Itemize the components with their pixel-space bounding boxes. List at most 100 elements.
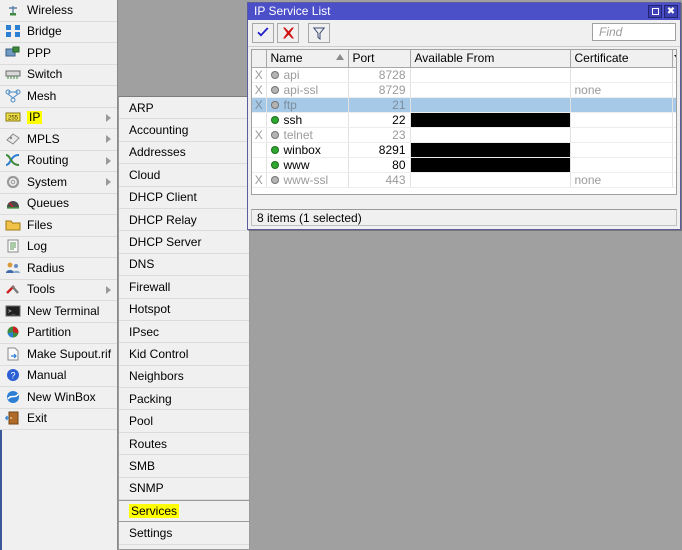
row-name-label: www-ssl xyxy=(283,172,329,187)
maximize-icon xyxy=(651,8,659,15)
sidebar-item-tools[interactable]: Tools xyxy=(0,279,117,301)
row-certificate-cell xyxy=(570,67,673,83)
check-icon xyxy=(257,27,269,37)
bridge-icon xyxy=(5,24,22,39)
status-bar: 8 items (1 selected) xyxy=(251,209,677,226)
row-disabled-flag: X xyxy=(252,127,267,143)
winbox-icon xyxy=(5,390,22,405)
submenu-item-packing[interactable]: Packing xyxy=(119,388,249,411)
submenu-item-neighbors[interactable]: Neighbors xyxy=(119,366,249,389)
maximize-button[interactable] xyxy=(648,5,662,18)
mesh-icon xyxy=(5,89,21,103)
window-titlebar[interactable]: IP Service List ✖ xyxy=(248,3,680,20)
sidebar-item-label: Exit xyxy=(27,411,48,426)
chevron-right-icon xyxy=(106,285,111,294)
sidebar-item-label: IP xyxy=(27,110,43,125)
sidebar-item-queues[interactable]: Queues xyxy=(0,193,117,215)
service-disabled-icon xyxy=(270,175,279,184)
routing-icon xyxy=(5,154,20,167)
sidebar-item-routing[interactable]: Routing xyxy=(0,150,117,172)
filter-button[interactable] xyxy=(308,23,330,43)
enable-button[interactable] xyxy=(252,23,274,43)
row-name-label: winbox xyxy=(283,142,321,157)
svg-text:>_: >_ xyxy=(8,308,16,315)
submenu-item-label: Services xyxy=(129,504,180,519)
column-header-flag[interactable] xyxy=(252,50,267,68)
submenu-item-dns[interactable]: DNS xyxy=(119,254,249,277)
sidebar-item-label: Queues xyxy=(27,196,70,211)
table-row[interactable]: ssh 22 xyxy=(252,112,676,128)
sidebar-item-new-terminal[interactable]: >_ New Terminal xyxy=(0,301,117,323)
column-header-available-from[interactable]: Available From xyxy=(410,50,571,68)
service-enabled-icon xyxy=(270,115,279,124)
redaction-bar xyxy=(410,142,569,156)
sidebar-item-make-supout-rif[interactable]: Make Supout.rif xyxy=(0,344,117,366)
submenu-item-accounting[interactable]: Accounting xyxy=(119,119,249,142)
folder-icon xyxy=(5,218,22,233)
sidebar-item-manual[interactable]: ? Manual xyxy=(0,365,117,387)
mesh-icon xyxy=(5,89,22,104)
funnel-icon xyxy=(313,27,325,40)
submenu-item-kid-control[interactable]: Kid Control xyxy=(119,343,249,366)
service-table-scroll[interactable]: Name Port Available From Certificate X a… xyxy=(251,49,677,195)
submenu-item-settings[interactable]: Settings xyxy=(119,522,249,545)
table-row[interactable]: Xapi 8728 xyxy=(252,67,676,83)
row-name-cell: api xyxy=(266,67,349,83)
table-head: Name Port Available From Certificate xyxy=(252,50,676,68)
submenu-item-dhcp-relay[interactable]: DHCP Relay xyxy=(119,209,249,232)
table-row[interactable]: Xapi-ssl 8729 none xyxy=(252,82,676,98)
submenu-item-arp[interactable]: ARP xyxy=(119,97,249,120)
sidebar-item-mesh[interactable]: Mesh xyxy=(0,86,117,108)
sidebar-item-radius[interactable]: Radius xyxy=(0,258,117,280)
column-header-port[interactable]: Port xyxy=(348,50,411,68)
submenu-item-snmp[interactable]: SNMP xyxy=(119,478,249,501)
sidebar-item-partition[interactable]: Partition xyxy=(0,322,117,344)
disable-button[interactable] xyxy=(277,23,299,43)
sidebar-item-exit[interactable]: Exit xyxy=(0,408,117,430)
submenu-item-firewall[interactable]: Firewall xyxy=(119,276,249,299)
close-button[interactable]: ✖ xyxy=(664,5,678,18)
partition-icon xyxy=(7,326,19,338)
sidebar-item-files[interactable]: Files xyxy=(0,215,117,237)
table-row[interactable]: Xwww-ssl 443 none xyxy=(252,172,676,188)
sidebar-item-bridge[interactable]: Bridge xyxy=(0,21,117,43)
table-row[interactable]: winbox 8291 xyxy=(252,142,676,158)
sidebar-item-mpls[interactable]: MPLS xyxy=(0,129,117,151)
submenu-item-hotspot[interactable]: Hotspot xyxy=(119,299,249,321)
sidebar-item-label: New WinBox xyxy=(27,389,96,404)
submenu-item-routes[interactable]: Routes xyxy=(119,433,249,456)
submenu-item-dhcp-client[interactable]: DHCP Client xyxy=(119,187,249,209)
submenu-item-pool[interactable]: Pool xyxy=(119,410,249,433)
sidebar-item-switch[interactable]: Switch xyxy=(0,64,117,86)
submenu-item-label: IPsec xyxy=(129,324,160,339)
gear-icon xyxy=(5,175,22,190)
column-chooser-button[interactable] xyxy=(672,50,676,68)
document-icon xyxy=(5,347,22,362)
row-available-from-cell xyxy=(410,97,571,113)
submenu-item-smb[interactable]: SMB xyxy=(119,455,249,478)
submenu-item-label: Neighbors xyxy=(129,369,184,384)
submenu-item-ipsec[interactable]: IPsec xyxy=(119,321,249,344)
sidebar-item-system[interactable]: System xyxy=(0,172,117,194)
service-disabled-icon xyxy=(270,70,279,79)
find-input[interactable]: Find xyxy=(592,23,676,41)
sidebar-item-log[interactable]: Log xyxy=(0,236,117,258)
submenu-item-cloud[interactable]: Cloud xyxy=(119,164,249,187)
table-row[interactable]: www 80 xyxy=(252,157,676,173)
sidebar-item-wireless[interactable]: Wireless xyxy=(0,0,117,22)
sidebar-item-new-winbox[interactable]: New WinBox xyxy=(0,387,117,409)
row-port-cell: 8291 xyxy=(348,142,411,158)
table-row[interactable]: Xtelnet 23 xyxy=(252,127,676,143)
sidebar-item-ip[interactable]: 255 IP xyxy=(0,107,117,129)
column-header-name[interactable]: Name xyxy=(266,50,349,68)
row-name-cell: www xyxy=(266,157,349,173)
table-row[interactable]: Xftp 21 xyxy=(252,97,676,113)
sidebar-item-ppp[interactable]: PPP xyxy=(0,43,117,65)
submenu-item-services[interactable]: Services xyxy=(119,500,249,523)
column-header-certificate[interactable]: Certificate xyxy=(570,50,673,68)
submenu-item-addresses[interactable]: Addresses xyxy=(119,142,249,165)
row-name-cell: winbox xyxy=(266,142,349,158)
gear-icon xyxy=(6,175,20,188)
submenu-item-dhcp-server[interactable]: DHCP Server xyxy=(119,231,249,254)
main-menu-sidebar: Wireless Bridge PPP Switch Mesh 255 IP MPLS Rout… xyxy=(0,0,118,550)
